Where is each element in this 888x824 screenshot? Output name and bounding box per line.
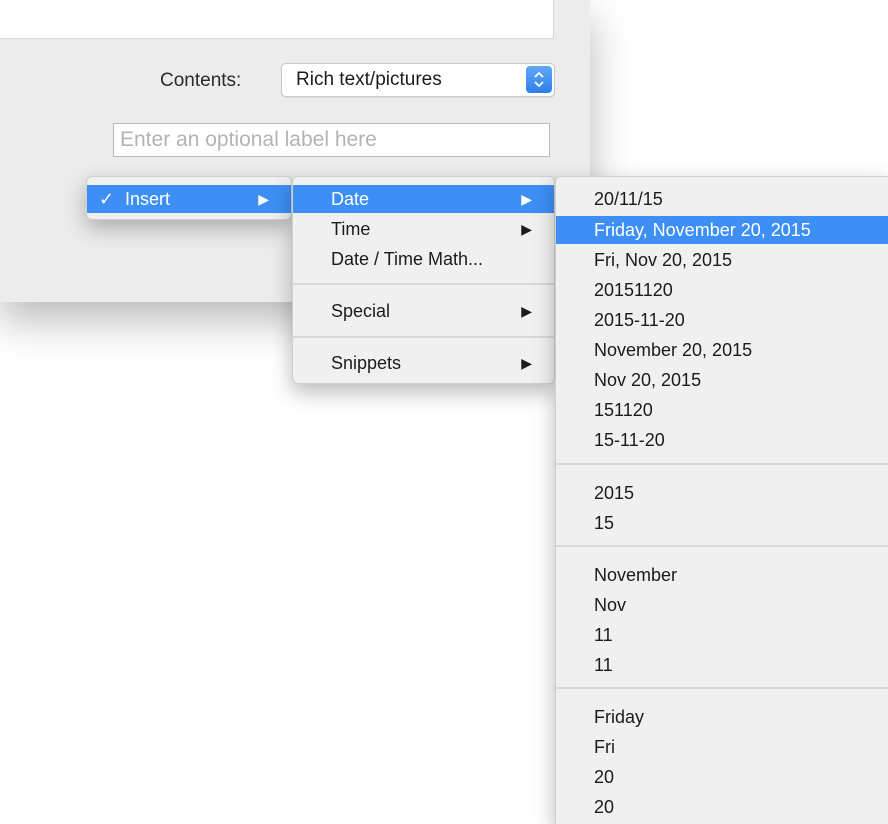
date-format-item[interactable]: 20	[556, 793, 888, 821]
date-format-item[interactable]: 11	[556, 651, 888, 679]
top-text-field[interactable]	[0, 0, 554, 39]
date-format-label: 15	[594, 513, 615, 533]
checkmark-icon: ✓	[99, 189, 115, 209]
date-format-label: 11	[594, 625, 613, 645]
menu-item-label: Date	[331, 189, 370, 209]
menu-item-label: Date / Time Math...	[331, 249, 484, 269]
menu-item-date[interactable]: Date ▶	[293, 185, 554, 213]
date-format-item[interactable]: 20	[556, 763, 888, 791]
submenu-arrow-icon: ▶	[258, 191, 269, 207]
date-format-item[interactable]: Friday, November 20, 2015	[556, 216, 888, 244]
date-format-label: 20	[594, 797, 615, 817]
date-format-label: 20151120	[594, 280, 673, 300]
date-format-label: 2015-11-20	[594, 310, 685, 330]
date-format-label: 15-11-20	[594, 430, 665, 450]
date-format-item[interactable]: November 20, 2015	[556, 336, 888, 364]
menu-item-time[interactable]: Time ▶	[293, 215, 554, 243]
popup-stepper-icon	[526, 66, 552, 93]
menu-item-label: Insert	[125, 189, 171, 209]
menu-separator	[556, 545, 888, 547]
menu-item-insert[interactable]: ✓ Insert ▶	[87, 185, 291, 213]
menu-item-label: Snippets	[331, 353, 402, 373]
insert-menu: ✓ Insert ▶	[86, 176, 292, 220]
menu-separator	[556, 463, 888, 465]
menu-item-label: Special	[331, 301, 391, 321]
menu-separator	[556, 687, 888, 689]
date-format-menu: 20/11/15 Friday, November 20, 2015 Fri, …	[555, 176, 888, 824]
date-format-label: 20/11/15	[594, 189, 663, 209]
date-format-item[interactable]: Nov 20, 2015	[556, 366, 888, 394]
menu-item-snippets[interactable]: Snippets ▶	[293, 349, 554, 377]
date-format-item[interactable]: November	[556, 561, 888, 589]
date-format-item[interactable]: 20/11/15	[556, 185, 888, 213]
contents-popup-value: Rich text/pictures	[296, 69, 442, 90]
date-format-label: November	[594, 565, 678, 585]
date-format-item[interactable]: 15	[556, 509, 888, 537]
date-format-item[interactable]: 2015-11-20	[556, 306, 888, 334]
submenu-arrow-icon: ▶	[521, 303, 532, 319]
menu-separator	[293, 336, 554, 338]
date-format-item[interactable]: Fri	[556, 733, 888, 761]
menu-separator	[293, 283, 554, 285]
menu-item-date-time-math[interactable]: Date / Time Math...	[293, 245, 554, 273]
date-format-label: Friday, November 20, 2015	[594, 220, 811, 240]
date-format-label: 2015	[594, 483, 635, 503]
date-format-label: 151120	[594, 400, 653, 420]
date-format-label: November 20, 2015	[594, 340, 753, 360]
date-format-item[interactable]: Friday	[556, 703, 888, 731]
date-format-label: Nov 20, 2015	[594, 370, 702, 390]
date-format-item[interactable]: 11	[556, 621, 888, 649]
date-format-item[interactable]: 15-11-20	[556, 426, 888, 454]
submenu-arrow-icon: ▶	[521, 355, 532, 371]
date-format-item[interactable]: 2015	[556, 479, 888, 507]
date-format-item[interactable]: 20151120	[556, 276, 888, 304]
date-format-label: Fri, Nov 20, 2015	[594, 250, 733, 270]
date-format-label: 11	[594, 655, 613, 675]
date-format-item[interactable]: Nov	[556, 591, 888, 619]
submenu-arrow-icon: ▶	[521, 191, 532, 207]
date-format-item[interactable]: 151120	[556, 396, 888, 424]
menu-item-label: Time	[331, 219, 371, 239]
insert-submenu: Date ▶ Time ▶ Date / Time Math... Specia…	[292, 176, 555, 384]
contents-label: Contents:	[160, 70, 242, 91]
label-input[interactable]	[113, 123, 550, 157]
date-format-label: Fri	[594, 737, 615, 757]
menu-item-special[interactable]: Special ▶	[293, 297, 554, 325]
date-format-label: 20	[594, 767, 615, 787]
submenu-arrow-icon: ▶	[521, 221, 532, 237]
date-format-label: Nov	[594, 595, 627, 615]
date-format-label: Friday	[594, 707, 645, 727]
contents-popup-button[interactable]: Rich text/pictures	[281, 63, 555, 97]
date-format-item[interactable]: Fri, Nov 20, 2015	[556, 246, 888, 274]
